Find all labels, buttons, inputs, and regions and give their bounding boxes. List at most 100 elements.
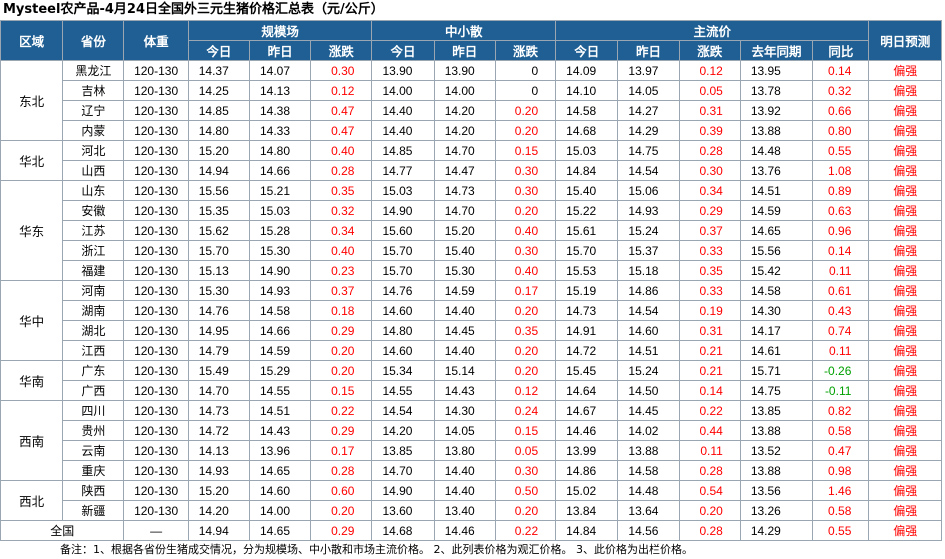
region-cell: 华中: [0, 280, 64, 361]
header-large-scale: 规模场: [187, 20, 373, 41]
large-yesterday-cell: 15.03: [248, 200, 312, 221]
small-yesterday-cell: 14.40: [433, 300, 496, 321]
region-cell: 华南: [0, 360, 64, 401]
large-change-cell: 0.12: [310, 80, 373, 101]
large-today-cell: 14.79: [187, 340, 250, 361]
large-change-cell: 0.18: [310, 300, 373, 321]
table-row: 辽宁 120-130 14.85 14.38 0.47 14.40 14.20 0.20 14.…: [1, 100, 942, 121]
small-yesterday-cell: 14.73: [433, 180, 496, 201]
large-yesterday-cell: 14.65: [248, 460, 312, 481]
yoy-cell: 0.80: [812, 120, 870, 141]
table-row: 重庆 120-130 14.93 14.65 0.28 14.70 14.40 0.30 14.…: [1, 460, 942, 481]
yoy-cell: 0.58: [812, 500, 870, 521]
table-row: 东北 黑龙江 120-130 14.37 14.07 0.30 13.90 13.90 0 14.…: [0, 60, 942, 141]
header-forecast: 明日预测: [868, 20, 942, 61]
yoy-cell: 0.74: [812, 320, 870, 341]
province-cell: 广东: [62, 360, 125, 381]
large-change-cell: 0.28: [310, 460, 373, 481]
main-today-cell: 15.61: [555, 220, 619, 241]
forecast-cell: 偏强: [868, 440, 942, 461]
main-change-cell: 0.29: [678, 200, 741, 221]
main-change-cell: 0.28: [678, 140, 741, 161]
large-yesterday-cell: 15.21: [248, 180, 312, 201]
large-yesterday-cell: 14.13: [248, 80, 312, 101]
small-today-cell: 14.60: [371, 300, 435, 321]
large-change-cell: 0.22: [310, 400, 373, 421]
small-today-cell: 15.70: [371, 240, 435, 261]
large-yesterday-cell: 14.38: [248, 100, 312, 121]
province-cell: 山东: [62, 180, 125, 201]
table-row: 华中 河南 120-130 15.30 14.93 0.37 14.76 14.59 0.17 1…: [0, 280, 942, 361]
small-change-cell: 0.24: [494, 400, 557, 421]
header-yesterday: 昨日: [433, 40, 496, 61]
small-yesterday-cell: 14.46: [433, 520, 496, 541]
last-year-cell: 13.26: [739, 500, 814, 521]
large-yesterday-cell: 15.30: [248, 240, 312, 261]
province-cell: 山西: [62, 160, 125, 181]
yoy-cell: 0.32: [812, 80, 870, 101]
small-yesterday-cell: 13.40: [433, 500, 496, 521]
main-change-cell: 0.22: [678, 400, 741, 421]
main-yesterday-cell: 14.54: [617, 160, 680, 181]
weight-cell: 120-130: [123, 200, 189, 221]
table-row: 内蒙 120-130 14.80 14.33 0.47 14.40 14.20 0.20 14.…: [1, 120, 942, 141]
small-yesterday-cell: 14.20: [433, 100, 496, 121]
last-year-cell: 14.48: [739, 140, 814, 161]
large-yesterday-cell: 13.96: [248, 440, 312, 461]
main-yesterday-cell: 13.88: [617, 440, 680, 461]
large-change-cell: 0.20: [310, 340, 373, 361]
large-today-cell: 14.72: [187, 420, 250, 441]
main-today-cell: 14.58: [555, 100, 619, 121]
weight-cell: 120-130: [123, 160, 189, 181]
small-today-cell: 14.60: [371, 340, 435, 361]
large-today-cell: 15.13: [187, 260, 250, 281]
large-today-cell: 15.56: [187, 180, 250, 201]
province-cell: 四川: [62, 400, 125, 421]
main-today-cell: 14.67: [555, 400, 619, 421]
large-yesterday-cell: 14.93: [248, 280, 312, 301]
province-cell: 江苏: [62, 220, 125, 241]
forecast-cell: 偏强: [868, 460, 942, 481]
large-today-cell: 14.37: [187, 60, 250, 81]
main-yesterday-cell: 15.24: [617, 220, 680, 241]
large-yesterday-cell: 14.55: [248, 380, 312, 401]
small-change-cell: 0.20: [494, 200, 557, 221]
large-yesterday-cell: 14.07: [248, 60, 312, 81]
small-today-cell: 14.20: [371, 420, 435, 441]
last-year-cell: 13.56: [739, 480, 814, 501]
last-year-cell: 13.76: [739, 160, 814, 181]
main-yesterday-cell: 14.02: [617, 420, 680, 441]
table-header: 区域 省份 体重 规模场 中小散 主流价 明日预测 今日 昨日 涨跌 今日 昨日…: [0, 20, 942, 61]
last-year-cell: 14.75: [739, 380, 814, 401]
large-today-cell: 14.20: [187, 500, 250, 521]
province-cell: 江西: [62, 340, 125, 361]
weight-cell: 120-130: [123, 500, 189, 521]
large-change-cell: 0.17: [310, 440, 373, 461]
main-yesterday-cell: 14.86: [617, 280, 680, 301]
small-today-cell: 15.70: [371, 260, 435, 281]
last-year-cell: 15.56: [739, 240, 814, 261]
small-today-cell: 13.60: [371, 500, 435, 521]
forecast-cell: 偏强: [868, 220, 942, 241]
yoy-cell: 0.14: [812, 240, 870, 261]
last-year-cell: 13.85: [739, 400, 814, 421]
province-cell: 福建: [62, 260, 125, 281]
last-year-cell: 13.88: [739, 120, 814, 141]
large-change-cell: 0.34: [310, 220, 373, 241]
large-change-cell: 0.23: [310, 260, 373, 281]
last-year-cell: 14.59: [739, 200, 814, 221]
forecast-cell: 偏强: [868, 80, 942, 101]
forecast-cell: 偏强: [868, 340, 942, 361]
small-today-cell: 14.54: [371, 400, 435, 421]
large-today-cell: 14.85: [187, 100, 250, 121]
main-yesterday-cell: 14.75: [617, 140, 680, 161]
small-yesterday-cell: 14.05: [433, 420, 496, 441]
main-today-cell: 14.84: [555, 160, 619, 181]
main-today-cell: 15.22: [555, 200, 619, 221]
last-year-cell: 15.71: [739, 360, 814, 381]
small-change-cell: 0.20: [494, 100, 557, 121]
small-today-cell: 14.68: [371, 520, 435, 541]
main-change-cell: 0.31: [678, 320, 741, 341]
weight-cell: 120-130: [123, 260, 189, 281]
small-yesterday-cell: 13.90: [433, 60, 496, 81]
